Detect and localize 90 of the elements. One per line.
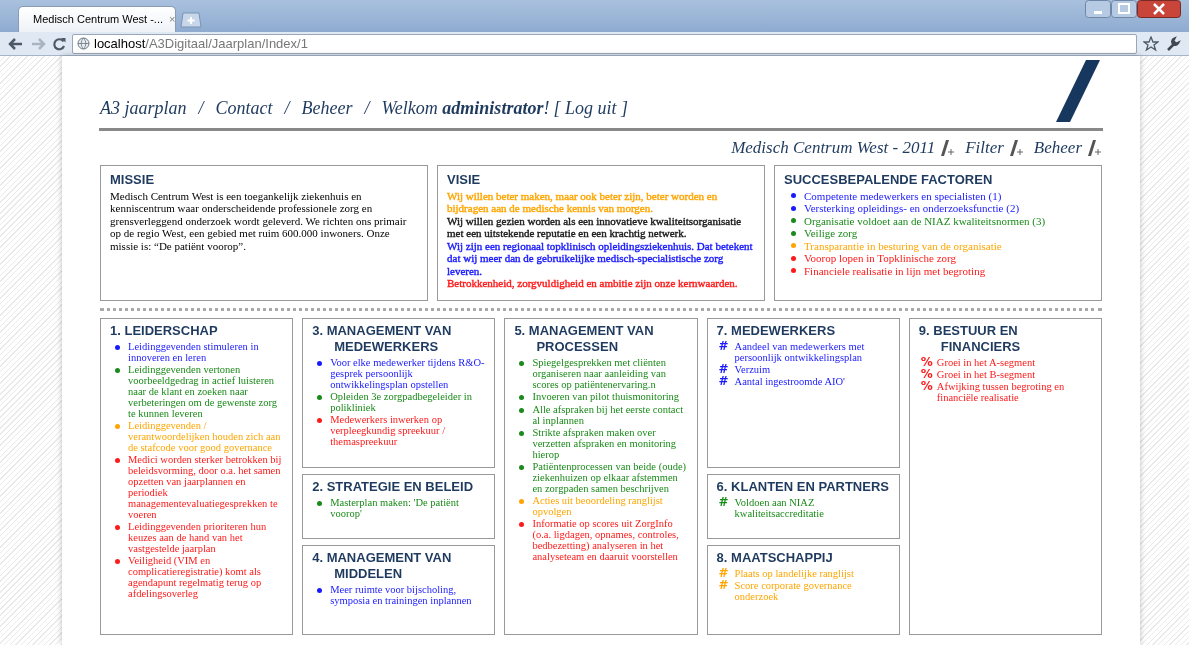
- panel-title: MISSIE: [110, 171, 156, 189]
- section-title: 4. MANAGEMENT VAN MIDDELEN: [312, 550, 453, 582]
- section-title: 7. MEDEWERKERS: [716, 323, 837, 339]
- marker-symbol: #: [718, 364, 729, 375]
- list-item-text: Aandeel van medewerkers met persoonlijk ontwikkelingsplan: [734, 341, 866, 363]
- list-item-text: Informatie op scores uit ZorgInfo (o.a. ligdagen, opnames, controles, bedbezetting) analyseren in het analyseteam en daaruit voorstellen: [532, 518, 680, 562]
- url-path: /A3Digitaal/Jaarplan/Index/1: [145, 35, 308, 51]
- minimize-icon[interactable]: [1085, 0, 1111, 18]
- list-item-text: Medewerkers inwerken op verpleegkundig spreekuur / themaspreekuur: [330, 414, 447, 447]
- nav-separator: /: [284, 97, 290, 120]
- panel-title: SUCCESBEPALENDE FACTOREN: [784, 171, 994, 189]
- header-link[interactable]: Filter: [965, 135, 1004, 161]
- list-item-text: Acties uit beoordeling ranglijst opvolgen: [532, 495, 664, 517]
- list-item-text: Transparantie in besturing van de organisatie: [804, 239, 1002, 252]
- marker-symbol: #: [718, 580, 729, 591]
- marker-symbol: #: [718, 497, 729, 508]
- list-item-text: Leidinggevenden stimuleren in innoveren en leren: [128, 341, 260, 363]
- url-host: localhost: [94, 35, 146, 51]
- nav-separator: /: [198, 97, 204, 120]
- logout-link[interactable]: [ Log uit ]: [553, 95, 628, 122]
- nav-link[interactable]: A3 jaarplan: [100, 95, 187, 122]
- mission-text: Medisch Centrum West is een toegankelijk ziekenhuis en kenniscentrum waar onderscheidende professionele zorg en grensverleggend onderzoek wordt geleverd. We richten ons primair op de regio West, een gebied met ruim 600.000 inwoners. Onze missie is: “De patiënt voorop”.: [110, 189, 408, 252]
- section-title: 6. KLANTEN EN PARTNERS: [716, 479, 890, 495]
- list-item-text: Plaats op landelijke ranglijst: [734, 568, 854, 579]
- reload-icon[interactable]: [52, 36, 66, 51]
- list-item-text: Spiegelgesprekken met cliënten organiseren naar aanleiding van scores op patiëntenervaring.n: [532, 357, 667, 390]
- list-item-text: Opleiden 3e zorgpadbegeleider in polikliniek: [330, 391, 473, 413]
- list-item-text: Score corporate governance onderzoek: [734, 580, 853, 602]
- list-item-text: Groei in het A-segment: [936, 357, 1036, 368]
- list-item-text: Strikte afspraken maken over verzetten afspraken en monitoring hierop: [532, 427, 678, 460]
- marker-symbol: #: [718, 341, 729, 352]
- slash-logo: [1056, 60, 1100, 122]
- slash-plus-icon[interactable]: [1088, 140, 1102, 156]
- wrench-icon[interactable]: [1165, 35, 1181, 52]
- close-icon[interactable]: [1137, 0, 1181, 18]
- slash-plus-icon[interactable]: [941, 140, 956, 156]
- list-item-text: Verzuim: [734, 364, 771, 375]
- vision-paragraph: Wij willen beter maken, maar ook beter zijn, beter worden en bijdragen aan de medische kennis van morgen.: [447, 189, 719, 215]
- back-icon[interactable]: [8, 36, 24, 51]
- vision-paragraph: Wij willen gezien worden als een innovatieve kwaliteitsorganisatie met een uitstekende reputatie en een krachtig netwerk.: [447, 214, 743, 240]
- star-icon[interactable]: [1143, 35, 1159, 52]
- welcome-text: Welkom administrator!: [381, 97, 550, 120]
- list-item-text: Organisatie voldoet aan de NIAZ kwaliteitsnormen (3): [804, 214, 1046, 227]
- nav-link[interactable]: Beheer: [301, 95, 353, 122]
- list-item-text: Leidinggevenden / verantwoordelijken houden zich aan de stafcode voor good governance: [128, 420, 282, 453]
- list-item-text: Invoeren van pilot thuismonitoring: [532, 391, 680, 402]
- marker-symbol: #: [718, 568, 729, 579]
- nav-link[interactable]: Contact: [215, 95, 273, 122]
- list-item-text: Medici worden sterker betrokken bij beleidsvorming, door o.a. het samen opzetten van jaarplannen en periodiek managementevaluatiegesprekken te voeren: [128, 454, 283, 520]
- section-title: 8. MAATSCHAPPIJ: [716, 550, 834, 566]
- section-title: 1. LEIDERSCHAP: [110, 323, 219, 339]
- list-item-text: Leidinggevenden vertonen voorbeeldgedrag in actief luisteren naar de klant en zoeken naar verbeteringen om de gewenste zorg te kunnen leveren: [128, 364, 279, 419]
- tab-title: Medisch Centrum West -...: [33, 12, 163, 28]
- section-title: 9. BESTUUR EN FINANCIERS: [918, 323, 1022, 355]
- list-item-text: Voor elke medewerker tijdens R&O-gesprek persoonlijk ontwikkelingsplan opstellen: [330, 357, 486, 390]
- slash-plus-icon[interactable]: [1009, 140, 1024, 156]
- list-item-text: Veilige zorg: [804, 227, 858, 240]
- list-item-text: Groei in het B-segment: [936, 369, 1036, 380]
- list-item-text: Veiligheid (VIM en complicatieregistratie) komt als agendapunt regelmatig terug op afdelingsoverleg: [128, 555, 263, 599]
- browser-tab[interactable]: Medisch Centrum West -... ×: [18, 6, 176, 32]
- nav-separator: /: [364, 97, 370, 120]
- list-item-text: Versterking opleidings- en onderzoeksfunctie (2): [804, 202, 1020, 215]
- list-item-text: Meer ruimte voor bijscholing, symposia en trainingen inplannen: [330, 584, 473, 606]
- list-item-text: Leidinggevenden prioriteren hun keuzes aan de hand van het vastgestelde jaarplan: [128, 521, 268, 554]
- globe-icon: [77, 37, 90, 50]
- marker-symbol: %: [920, 357, 931, 368]
- list-item-text: Voorop lopen in Topklinische zorg: [804, 252, 956, 265]
- panel-title: VISIE: [447, 171, 482, 189]
- section-title: 3. MANAGEMENT VAN MEDEWERKERS: [312, 323, 453, 355]
- section-title: 5. MANAGEMENT VAN PROCESSEN: [514, 323, 655, 355]
- list-item-text: Patiëntenprocessen van beide (oude) ziekenhuizen op elkaar afstemmen en zorgpaden samen beschrijven: [532, 461, 688, 494]
- list-item-text: Voldoen aan NIAZ kwaliteitsaccreditatie: [734, 497, 825, 519]
- header-link[interactable]: Beheer: [1033, 135, 1082, 161]
- section-title: 2. STRATEGIE EN BELEID: [312, 479, 475, 495]
- list-item-text: Competente medewerkers en specialisten (1): [804, 189, 1002, 202]
- close-tab-icon[interactable]: ×: [169, 14, 176, 25]
- marker-symbol: #: [718, 376, 729, 387]
- list-item-text: Afwijking tussen begroting en financiële realisatie: [936, 381, 1066, 403]
- vision-paragraph: Wij zijn een regionaal topklinisch opleidingsziekenhuis. Dat betekent dat wij meer dan de gebruikelijke medisch-specialistische zorg leveren.: [447, 239, 754, 277]
- marker-symbol: %: [920, 369, 931, 380]
- maximize-icon[interactable]: [1111, 0, 1137, 18]
- list-item-text: Alle afspraken bij het eerste contact al inplannen: [532, 404, 685, 426]
- plan-title: Medisch Centrum West - 2011: [731, 137, 936, 160]
- list-item-text: Financiele realisatie in lijn met begroting: [804, 264, 986, 277]
- address-field[interactable]: localhost/A3Digitaal/Jaarplan/Index/1: [72, 33, 1137, 54]
- marker-symbol: %: [920, 381, 931, 392]
- list-item-text: Aantal ingestroomde AIO': [734, 376, 845, 387]
- new-tab-icon[interactable]: [180, 12, 202, 28]
- vision-paragraph: Betrokkenheid, zorgvuldigheid en ambitie zijn onze kernwaarden.: [447, 277, 739, 290]
- list-item-text: Masterplan maken: 'De patiënt voorop': [330, 497, 460, 519]
